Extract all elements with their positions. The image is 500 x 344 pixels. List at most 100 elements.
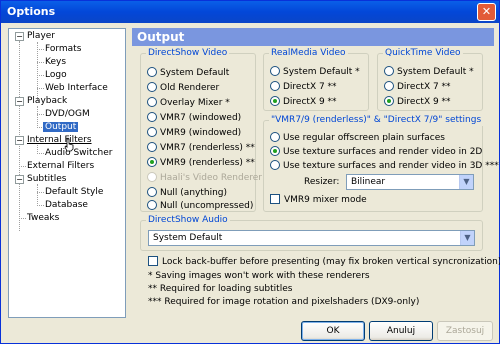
tree-item-tweaks[interactable]: Tweaks [27, 212, 59, 225]
radio-icon [270, 131, 280, 142]
ds-option-vmr9-windowed[interactable]: VMR9 (windowed) [147, 126, 242, 139]
tree-item-web-interface[interactable]: Web Interface [45, 82, 108, 95]
collapse-playback-icon[interactable]: − [15, 97, 24, 106]
ok-button[interactable]: OK [301, 321, 365, 341]
collapse-subtitles-icon[interactable]: − [15, 175, 24, 184]
directshow-video-title: DirectShow Video [146, 48, 230, 59]
rm-option-directx9[interactable]: DirectX 9 ** [270, 95, 337, 108]
tree-connector [37, 42, 38, 100]
option-label: Use texture surfaces and render video in… [283, 147, 483, 157]
option-label: DirectX 7 ** [283, 82, 337, 92]
page-title: Output [132, 28, 494, 46]
vmr-option-texture-3d[interactable]: Use texture surfaces and render video in… [270, 159, 499, 172]
tree-item-player[interactable]: Player [27, 30, 55, 43]
radio-icon [384, 65, 394, 76]
tree-item-formats[interactable]: Formats [45, 43, 81, 56]
ds-option-vmr7-windowed[interactable]: VMR7 (windowed) [147, 111, 242, 124]
vmr-settings-title: "VMR7/9 (renderless)" & "DirectX 7/9" se… [269, 115, 484, 126]
option-label: Overlay Mixer * [160, 98, 230, 108]
option-label: VMR9 mixer mode [284, 195, 367, 205]
option-label: Lock back-buffer before presenting (may … [162, 257, 500, 267]
radio-icon [147, 126, 157, 137]
ds-option-null-uncompressed[interactable]: Null (uncompressed) [147, 199, 254, 212]
title-bar[interactable]: Options ✕ [1, 1, 499, 23]
radio-checked-icon [147, 156, 157, 167]
option-label: System Default * [283, 67, 360, 77]
lock-backbuffer-checkbox[interactable]: Lock back-buffer before presenting (may … [148, 255, 500, 268]
collapse-internal-filters-icon[interactable]: − [15, 136, 24, 145]
tree-item-playback[interactable]: Playback [27, 95, 67, 108]
option-label: DirectX 9 ** [283, 97, 337, 107]
option-label: VMR7 (windowed) [160, 113, 242, 123]
radio-icon [270, 159, 280, 170]
tree-connector [37, 49, 44, 50]
resizer-select[interactable]: Bilinear ▼ [346, 174, 474, 190]
directshow-audio-title: DirectShow Audio [146, 215, 230, 226]
ds-option-old-renderer[interactable]: Old Renderer [147, 81, 220, 94]
tree-item-external-filters[interactable]: External Filters [27, 160, 94, 173]
radio-icon [384, 80, 394, 91]
option-label: System Default [160, 68, 230, 78]
tree-item-default-style[interactable]: Default Style [45, 186, 103, 199]
audio-renderer-select[interactable]: System Default ▼ [148, 230, 475, 246]
option-label: Null (uncompressed) [160, 201, 254, 211]
tree-item-audio-switcher[interactable]: Audio Switcher [45, 147, 112, 160]
ds-option-null-anything[interactable]: Null (anything) [147, 186, 227, 199]
tree-connector [37, 114, 44, 115]
tree-item-database[interactable]: Database [45, 199, 88, 212]
ds-option-overlay-mixer[interactable]: Overlay Mixer * [147, 96, 230, 109]
ds-option-system-default[interactable]: System Default [147, 66, 230, 79]
checkbox-icon [270, 193, 280, 204]
close-button[interactable]: ✕ [477, 3, 496, 21]
tree-connector [37, 75, 44, 76]
option-label: Old Renderer [160, 83, 220, 93]
resizer-value: Bilinear [351, 177, 386, 187]
radio-icon [147, 141, 157, 152]
radio-icon [147, 66, 157, 77]
qt-option-directx9[interactable]: DirectX 9 ** [384, 95, 451, 108]
radio-icon [147, 171, 157, 182]
rm-option-directx7[interactable]: DirectX 7 ** [270, 80, 337, 93]
vmr-option-offscreen[interactable]: Use regular offscreen plain surfaces [270, 131, 445, 144]
tree-connector [37, 62, 44, 63]
option-label: VMR9 (windowed) [160, 128, 242, 138]
option-label: DirectX 9 ** [397, 97, 451, 107]
tree-connector [37, 192, 44, 193]
quicktime-video-group: QuickTime Video System Default * DirectX… [377, 48, 483, 111]
radio-checked-icon [384, 95, 394, 106]
tree-connector [37, 153, 44, 154]
tree-connector [37, 205, 44, 206]
tree-item-keys[interactable]: Keys [45, 56, 66, 69]
checkbox-icon [148, 255, 158, 266]
audio-renderer-value: System Default [153, 233, 223, 243]
tree-item-output[interactable]: Output [43, 121, 79, 134]
radio-icon [147, 186, 157, 197]
ds-option-vmr9-renderless[interactable]: VMR9 (renderless) ** [147, 156, 255, 169]
tree-item-internal-filters[interactable]: Internal Filters [27, 134, 92, 147]
ds-option-vmr7-renderless[interactable]: VMR7 (renderless) ** [147, 141, 255, 154]
vmr-option-texture-2d[interactable]: Use texture surfaces and render video in… [270, 145, 483, 158]
qt-option-system-default[interactable]: System Default * [384, 65, 474, 78]
tree-item-subtitles[interactable]: Subtitles [27, 173, 66, 186]
option-label: Use texture surfaces and render video in… [283, 161, 499, 171]
collapse-player-icon[interactable]: − [15, 32, 24, 41]
tree-item-logo[interactable]: Logo [45, 69, 67, 82]
footnote-2: ** Required for loading subtitles [148, 284, 293, 294]
radio-checked-icon [270, 145, 280, 156]
tree-item-dvd-ogm[interactable]: DVD/OGM [45, 108, 90, 121]
directshow-audio-group: DirectShow Audio System Default ▼ [140, 215, 483, 251]
radio-icon [147, 81, 157, 92]
radio-icon [270, 65, 280, 76]
options-tree[interactable]: − Player Formats Keys Logo Web Interface… [8, 28, 126, 318]
option-label: DirectX 7 ** [397, 82, 451, 92]
cancel-button[interactable]: Anuluj [369, 321, 433, 341]
vmr9-mixer-mode-checkbox[interactable]: VMR9 mixer mode [270, 193, 367, 206]
directshow-video-group: DirectShow Video System Default Old Rend… [140, 48, 262, 212]
chevron-down-icon: ▼ [460, 231, 474, 245]
quicktime-video-title: QuickTime Video [383, 48, 463, 59]
qt-option-directx7[interactable]: DirectX 7 ** [384, 80, 451, 93]
tree-connector [19, 218, 26, 219]
resizer-label: Resizer: [304, 177, 340, 187]
rm-option-system-default[interactable]: System Default * [270, 65, 360, 78]
ds-option-haali: Haali's Video Renderer [147, 171, 262, 184]
